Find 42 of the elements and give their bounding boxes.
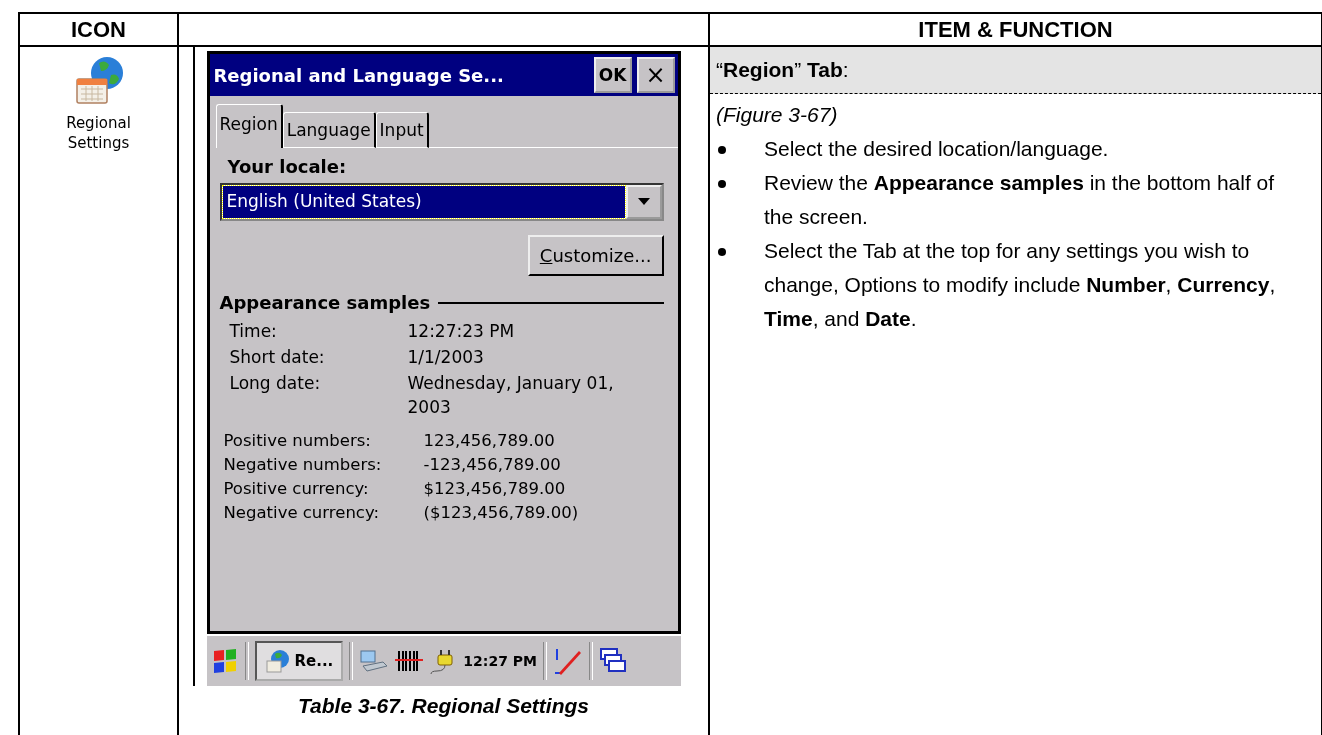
computer-network-icon[interactable] <box>359 648 390 674</box>
sample-label: Positive currency: <box>223 478 370 500</box>
barcode-icon[interactable] <box>395 648 424 674</box>
bullet-text: Review the Appearance samples in the bottom half of the screen. <box>764 170 1276 230</box>
sample-value: ($123,456,789.00) <box>423 502 580 524</box>
sample-value: Wednesday, January 01, 2003 <box>407 372 615 419</box>
tab[interactable]: Region <box>215 104 283 148</box>
sample-value: 12:27:23 PM <box>407 320 516 343</box>
globe-calendar-icon <box>264 649 291 673</box>
sample-value: 1/1/2003 <box>407 346 485 369</box>
customize-button[interactable]: Customize... <box>527 235 664 276</box>
bullet-icon <box>718 146 726 154</box>
section-heading: Appearance samples <box>219 292 431 313</box>
bullet-text: Select the desired location/language. <box>764 136 1110 162</box>
window-title: Regional and Language Se... <box>213 64 505 86</box>
sample-label: Negative numbers: <box>223 454 383 476</box>
item-heading: “Region” Tab: <box>710 47 1321 94</box>
sample-label: Long date: <box>229 372 322 395</box>
sample-label: Time: <box>229 320 278 343</box>
app-icon-label: Regional Settings <box>65 113 132 153</box>
sample-label: Positive numbers: <box>223 430 372 452</box>
column-header: ICON <box>20 14 179 47</box>
tab[interactable]: Input <box>375 112 429 148</box>
bullet-text: Select the Tab at the top for any settings you wish to change, Options to modify include Number, Currency, Time, and Date. <box>764 238 1277 332</box>
locale-dropdown[interactable]: English (United States) <box>219 183 664 221</box>
bullet-icon <box>718 248 726 256</box>
bullet-icon <box>718 180 726 188</box>
table-caption: Table 3-67. Regional Settings <box>298 694 589 718</box>
taskbar-clock[interactable]: 12:27 PM <box>463 653 537 669</box>
stacked-windows-icon[interactable] <box>598 647 627 675</box>
task-button[interactable]: Re... <box>254 641 344 681</box>
sample-label: Short date: <box>229 346 326 369</box>
close-button[interactable]: × <box>636 57 675 93</box>
sample-value: -123,456,789.00 <box>423 454 562 476</box>
ok-button[interactable]: OK <box>593 57 632 93</box>
tab[interactable]: Language <box>282 112 376 148</box>
sample-label: Negative currency: <box>223 502 381 524</box>
sample-value: 123,456,789.00 <box>423 430 556 452</box>
figure-reference: (Figure 3-67) <box>715 102 839 128</box>
pen-input-icon[interactable] <box>552 646 583 676</box>
locale-label: Your locale: <box>227 156 348 177</box>
sample-value: $123,456,789.00 <box>423 478 567 500</box>
